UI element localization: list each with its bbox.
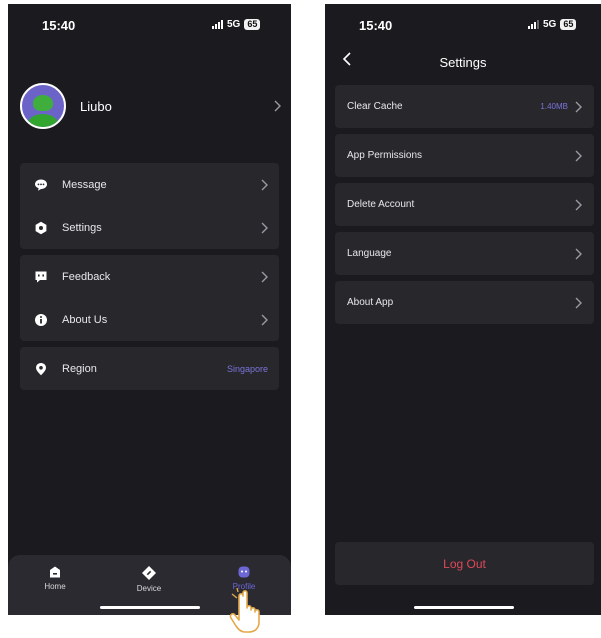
menu-item-label: Settings — [62, 221, 102, 234]
status-time: 15:40 — [42, 18, 76, 33]
chevron-right-icon — [575, 297, 582, 308]
region-value: Singapore — [226, 363, 268, 374]
chevron-right-icon — [261, 222, 268, 233]
avatar — [20, 83, 66, 129]
battery-icon: 65 — [560, 19, 577, 30]
signal-icon — [528, 20, 539, 29]
home-icon — [50, 566, 60, 578]
status-time: 15:40 — [359, 18, 393, 33]
menu-group-3: Region Singapore — [20, 347, 279, 390]
settings-item-label: Clear Cache — [347, 101, 403, 112]
menu-item-label: Region — [62, 362, 97, 375]
page-title: Settings — [439, 55, 487, 70]
settings-item-about-app[interactable]: About App — [335, 281, 594, 324]
settings-item-label: Language — [347, 248, 392, 259]
profile-icon — [238, 566, 250, 578]
status-indicators: 5G 65 — [528, 19, 577, 30]
chevron-right-icon — [261, 314, 268, 325]
tab-label: Device — [136, 584, 162, 593]
menu-group-1: Message Settings — [20, 163, 279, 249]
feedback-icon — [34, 270, 48, 284]
home-indicator — [414, 606, 514, 609]
chevron-right-icon — [575, 248, 582, 259]
status-indicators: 5G 65 — [212, 19, 261, 30]
menu-item-message[interactable]: Message — [20, 163, 279, 206]
chevron-right-icon — [575, 101, 582, 112]
menu-item-label: Feedback — [62, 270, 111, 283]
info-icon — [34, 313, 48, 327]
signal-icon — [212, 20, 223, 29]
battery-icon: 65 — [244, 19, 261, 30]
device-icon — [142, 566, 156, 580]
tab-label: Home — [44, 582, 66, 591]
settings-icon — [34, 221, 48, 235]
settings-item-label: App Permissions — [347, 150, 423, 161]
tap-hand-icon — [229, 588, 260, 633]
chevron-right-icon — [261, 179, 268, 190]
tab-home[interactable]: Home — [25, 565, 85, 591]
settings-item-language[interactable]: Language — [335, 232, 594, 275]
logout-button[interactable]: Log Out — [335, 542, 594, 585]
menu-item-label: Message — [62, 178, 107, 191]
tab-device[interactable]: Device — [119, 565, 179, 593]
menu-group-2: Feedback About Us — [20, 255, 279, 341]
network-label: 5G — [543, 19, 557, 30]
settings-item-label: About App — [347, 297, 394, 308]
settings-item-app-permissions[interactable]: App Permissions — [335, 134, 594, 177]
home-indicator — [100, 606, 200, 609]
profile-header[interactable]: Liubo — [20, 80, 281, 132]
menu-item-settings[interactable]: Settings — [20, 206, 279, 249]
menu-item-label: About Us — [62, 313, 108, 326]
settings-item-clear-cache[interactable]: Clear Cache 1.40MB — [335, 85, 594, 128]
menu-item-feedback[interactable]: Feedback — [20, 255, 279, 298]
chevron-right-icon — [274, 100, 281, 112]
profile-screen: 15:40 5G 65 Liubo Message Settings Feedb… — [8, 4, 291, 615]
menu-item-region[interactable]: Region Singapore — [20, 347, 279, 390]
location-icon — [34, 362, 48, 376]
menu-item-about-us[interactable]: About Us — [20, 298, 279, 341]
settings-item-delete-account[interactable]: Delete Account — [335, 183, 594, 226]
settings-screen: 15:40 5G 65 Settings Clear Cache 1.40MB … — [325, 4, 601, 615]
chevron-right-icon — [261, 271, 268, 282]
profile-name: Liubo — [80, 98, 112, 114]
message-icon — [34, 178, 48, 192]
chevron-right-icon — [575, 199, 582, 210]
settings-item-label: Delete Account — [347, 199, 415, 210]
chevron-right-icon — [575, 150, 582, 161]
cache-size-value: 1.40MB — [540, 102, 568, 111]
network-label: 5G — [227, 19, 241, 30]
